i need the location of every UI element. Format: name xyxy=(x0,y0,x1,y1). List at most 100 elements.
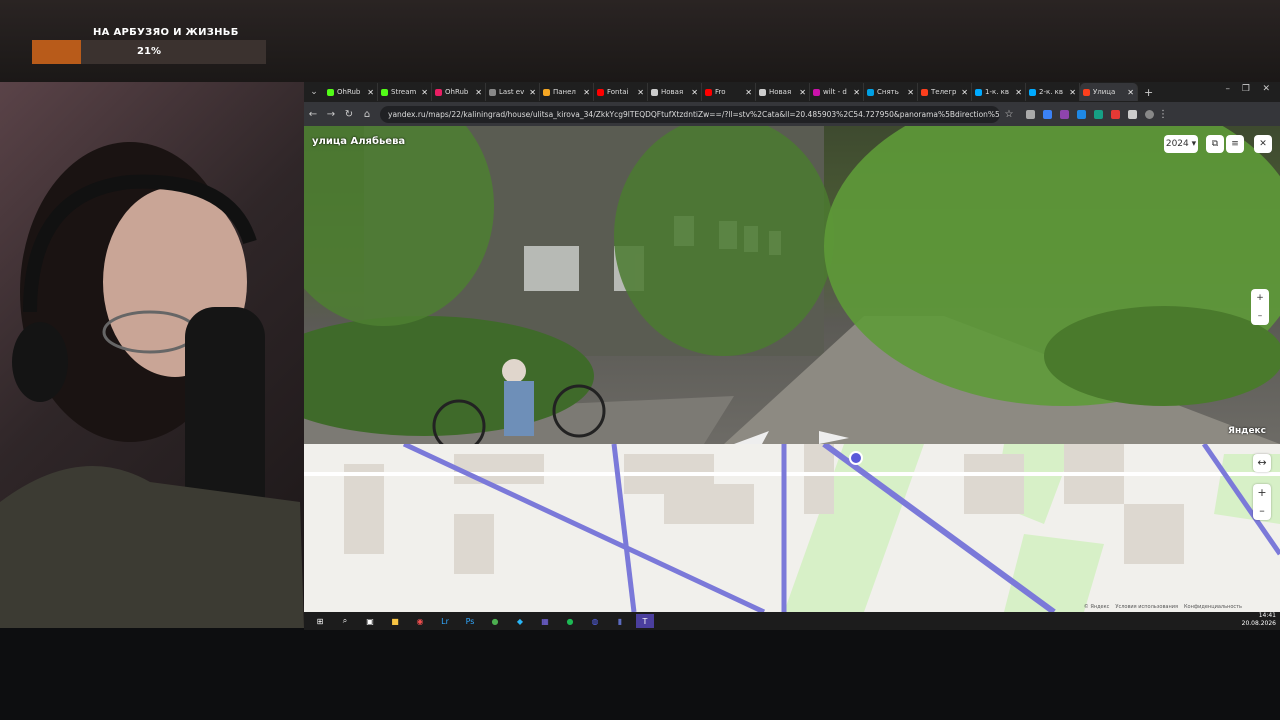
minimize-button[interactable]: – xyxy=(1226,84,1231,94)
privacy-link[interactable]: Конфиденциальность xyxy=(1184,604,1242,610)
tabs-container: OhRub ✕ Stream ✕ OhRub ✕ Last ev ✕ Панел ✕ Fontai ✕… xyxy=(324,83,1138,101)
route-icon[interactable]: ↔ xyxy=(1253,454,1271,472)
address-bar[interactable]: yandex.ru/maps/22/kaliningrad/house/ulit… xyxy=(380,105,1000,123)
app-icon[interactable]: ◉ xyxy=(411,614,429,628)
browser-menu-icon[interactable]: ⋮ xyxy=(1154,109,1172,120)
tab-title: Last ev xyxy=(499,88,525,96)
close-tab-icon[interactable]: ✕ xyxy=(367,88,374,97)
search-icon[interactable]: ⌕ xyxy=(336,614,354,628)
chrome-icon[interactable]: ● xyxy=(486,614,504,628)
extension-icon[interactable] xyxy=(1026,109,1035,119)
close-tab-icon[interactable]: ✕ xyxy=(583,88,590,97)
tab-title: Stream xyxy=(391,88,417,96)
close-tab-icon[interactable]: ✕ xyxy=(529,88,536,97)
clock-time: 14:41 xyxy=(1258,612,1276,619)
close-tab-icon[interactable]: ✕ xyxy=(421,88,428,97)
close-tab-icon[interactable]: ✕ xyxy=(637,88,644,97)
file-explorer-icon[interactable]: ■ xyxy=(386,614,404,628)
extension-icon[interactable] xyxy=(1043,109,1052,119)
webcam-feed xyxy=(0,82,304,628)
close-tab-icon[interactable]: ✕ xyxy=(961,88,968,97)
menu-icon[interactable]: ≡ xyxy=(1226,135,1244,153)
close-tab-icon[interactable]: ✕ xyxy=(745,88,752,97)
browser-tab[interactable]: 2-к. кв ✕ xyxy=(1026,83,1080,101)
extension-icon[interactable] xyxy=(1111,109,1120,119)
home-icon[interactable]: ⌂ xyxy=(358,109,376,120)
open-external-icon[interactable]: ⧉ xyxy=(1206,135,1224,153)
browser-tab[interactable]: Снять ✕ xyxy=(864,83,918,101)
forward-icon[interactable]: → xyxy=(322,109,340,120)
browser-tab[interactable]: Новая ✕ xyxy=(756,83,810,101)
app-grid-icon[interactable]: ▦ xyxy=(536,614,554,628)
stats-icon[interactable]: ▮ xyxy=(611,614,629,628)
tab-title: Fontai xyxy=(607,88,629,96)
tab-title: Новая xyxy=(769,88,792,96)
map-canvas xyxy=(304,444,1280,612)
browser-tab[interactable]: wilt - d ✕ xyxy=(810,83,864,101)
tab-favicon-icon xyxy=(543,88,550,96)
tab-favicon-icon xyxy=(435,88,442,96)
stream-goal-panel: НА АРБУЗЯО И ЖИЗНЬБ 21% xyxy=(0,0,1280,82)
street-view-panorama[interactable]: улица Алябьева 2024 ▾ ⧉ ≡ ✕ + – Яндекс xyxy=(304,126,1280,444)
map-view[interactable]: ↔ + – © Яндекс Условия использования Конф… xyxy=(304,444,1280,612)
tab-title: OhRub xyxy=(445,88,469,96)
close-tab-icon[interactable]: ✕ xyxy=(907,88,914,97)
reload-icon[interactable]: ↻ xyxy=(340,109,358,120)
close-tab-icon[interactable]: ✕ xyxy=(1127,88,1134,97)
map-zoom-control[interactable]: + – xyxy=(1253,484,1271,520)
spotify-icon[interactable]: ● xyxy=(561,614,579,628)
tab-search-button[interactable]: ⌄ xyxy=(304,87,324,97)
close-tab-icon[interactable]: ✕ xyxy=(475,88,482,97)
browser-tab[interactable]: Панел ✕ xyxy=(540,83,594,101)
close-tab-icon[interactable]: ✕ xyxy=(1069,88,1076,97)
close-tab-icon[interactable]: ✕ xyxy=(853,88,860,97)
streamer-silhouette xyxy=(0,142,304,628)
text-app-icon[interactable]: T xyxy=(636,614,654,628)
tab-favicon-icon xyxy=(489,88,496,96)
close-tab-icon[interactable]: ✕ xyxy=(799,88,806,97)
discord-icon[interactable]: ◍ xyxy=(586,614,604,628)
bookmark-star-icon[interactable]: ☆ xyxy=(1000,109,1018,120)
extension-icon[interactable] xyxy=(1077,109,1086,119)
lightroom-icon[interactable]: Lr xyxy=(436,614,454,628)
browser-tab[interactable]: Улица ✕ xyxy=(1080,83,1138,101)
extension-icon[interactable] xyxy=(1094,109,1103,119)
close-panorama-button[interactable]: ✕ xyxy=(1254,135,1272,153)
goal-progress-bar: 21% xyxy=(32,40,266,64)
extensions-puzzle-icon[interactable] xyxy=(1128,109,1137,119)
browser-tab[interactable]: 1-к. кв ✕ xyxy=(972,83,1026,101)
system-clock: 14:41 20.08.2026 xyxy=(1242,612,1276,628)
panorama-zoom-control[interactable]: + – xyxy=(1251,289,1269,325)
tab-favicon-icon xyxy=(651,88,658,96)
close-tab-icon[interactable]: ✕ xyxy=(691,88,698,97)
browser-tab[interactable]: OhRub ✕ xyxy=(432,83,486,101)
year-selector[interactable]: 2024 ▾ xyxy=(1164,135,1198,153)
tab-favicon-icon xyxy=(327,88,334,96)
goal-title: НА АРБУЗЯО И ЖИЗНЬБ xyxy=(93,27,239,38)
browser-tab[interactable]: Stream ✕ xyxy=(378,83,432,101)
browser-tab[interactable]: Телегр ✕ xyxy=(918,83,972,101)
terms-link[interactable]: Условия использования xyxy=(1115,604,1178,610)
clock-date: 20.08.2026 xyxy=(1241,620,1276,627)
back-icon[interactable]: ← xyxy=(304,109,322,120)
new-tab-button[interactable]: + xyxy=(1144,86,1153,99)
tab-favicon-icon xyxy=(381,88,388,96)
profile-avatar[interactable] xyxy=(1145,109,1154,119)
close-tab-icon[interactable]: ✕ xyxy=(1015,88,1022,97)
tab-title: 2-к. кв xyxy=(1039,88,1064,96)
maximize-button[interactable]: ❐ xyxy=(1242,84,1250,94)
close-window-button[interactable]: ✕ xyxy=(1262,84,1270,94)
telegram-icon[interactable]: ◆ xyxy=(511,614,529,628)
browser-tab[interactable]: Last ev ✕ xyxy=(486,83,540,101)
browser-tab[interactable]: Новая ✕ xyxy=(648,83,702,101)
browser-tab[interactable]: OhRub ✕ xyxy=(324,83,378,101)
task-view-icon[interactable]: ▣ xyxy=(361,614,379,628)
extension-icon[interactable] xyxy=(1060,109,1069,119)
browser-tab[interactable]: Fontai ✕ xyxy=(594,83,648,101)
start-icon[interactable]: ⊞ xyxy=(311,614,329,628)
panorama-scene xyxy=(304,126,1280,444)
tab-title: Новая xyxy=(661,88,684,96)
photoshop-icon[interactable]: Ps xyxy=(461,614,479,628)
tab-title: Улица xyxy=(1093,88,1116,96)
browser-tab[interactable]: Fro ✕ xyxy=(702,83,756,101)
